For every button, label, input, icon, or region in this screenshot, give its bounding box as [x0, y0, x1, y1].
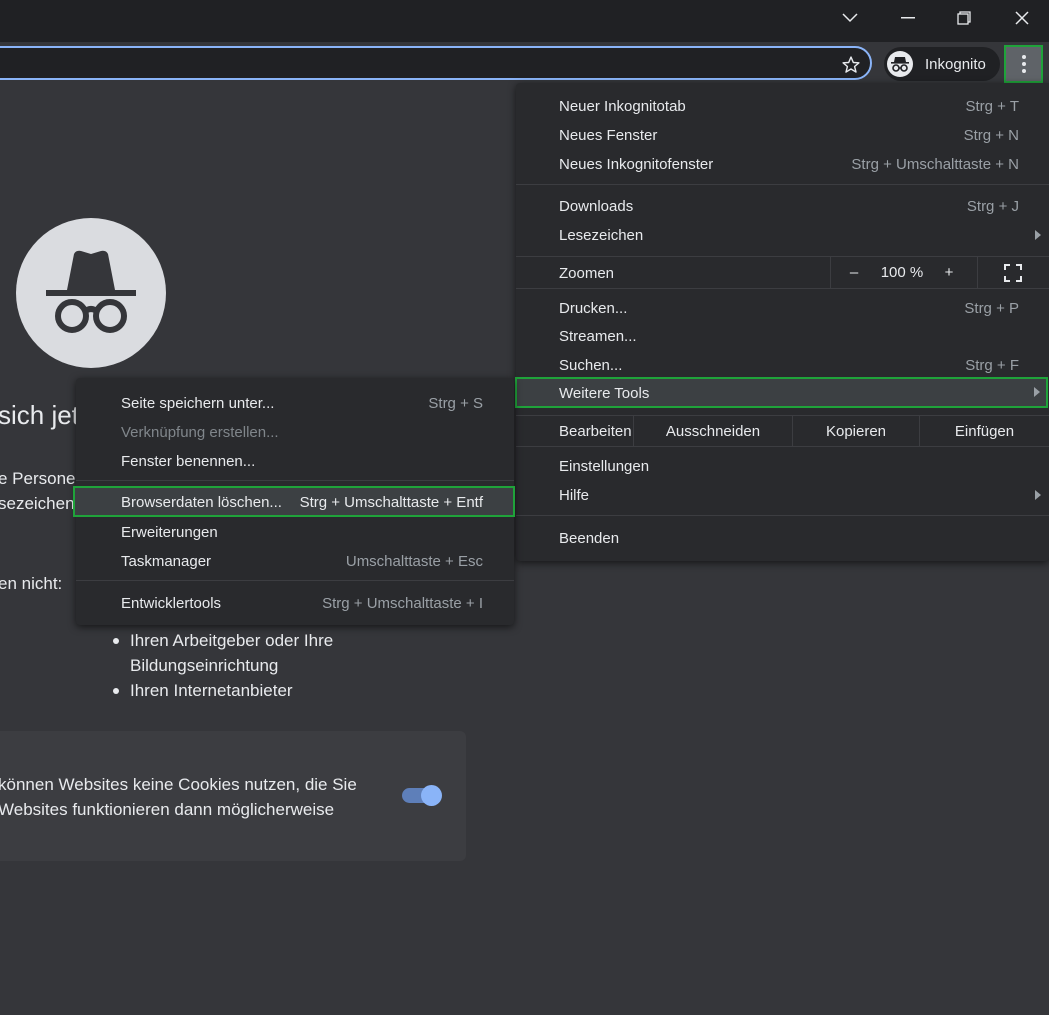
visibility-heading: en nicht:: [0, 574, 63, 593]
bookmark-star-icon[interactable]: [838, 52, 864, 78]
menu-item-label: Beenden: [559, 530, 620, 547]
cookie-text-line1: können Websites keine Cookies nutzen, di…: [0, 775, 357, 794]
visibility-list: Ihren Arbeitgeber oder Ihre Bildungseinr…: [112, 628, 333, 703]
list-item-text: Bildungseinrichtung: [130, 656, 279, 675]
submenu-item-save-page[interactable]: Seite speichern unter... Strg + S: [76, 389, 514, 418]
menu-item-print[interactable]: Drucken... Strg + P: [516, 294, 1049, 323]
kebab-dot: [1021, 69, 1026, 73]
menu-item-shortcut: Strg + T: [965, 98, 1020, 115]
edit-row: Bearbeiten Ausschneiden Kopieren Einfüge…: [516, 416, 1049, 446]
list-item: Ihren Internetanbieter: [112, 678, 333, 703]
menu-divider: [516, 288, 1049, 289]
menu-item-find[interactable]: Suchen... Strg + F: [516, 351, 1049, 380]
menu-item-shortcut: Strg + Umschalttaste + I: [322, 595, 483, 612]
zoom-label: Zoomen: [559, 265, 615, 282]
zoom-level: 100 %: [880, 264, 924, 281]
zoom-in-button[interactable]: +: [935, 257, 963, 288]
zoom-row: Zoomen – 100 % +: [516, 257, 1049, 288]
submenu-arrow-icon: [1034, 387, 1040, 397]
list-item: Ihren Arbeitgeber oder Ihre: [112, 628, 333, 653]
cookie-description: können Websites keine Cookies nutzen, di…: [0, 772, 357, 822]
submenu-item-create-shortcut: Verknüpfung erstellen...: [76, 418, 514, 447]
menu-item-label: Neues Fenster: [559, 127, 658, 144]
menu-item-shortcut: Strg + P: [964, 300, 1019, 317]
menu-item-label: Weitere Tools: [559, 385, 650, 402]
menu-item-bookmarks[interactable]: Lesezeichen: [516, 221, 1049, 250]
menu-item-shortcut: Strg + J: [966, 198, 1019, 215]
zoom-divider: [830, 257, 831, 288]
chrome-main-menu: Neuer Inkognitotab Strg + T Neues Fenster…: [516, 83, 1049, 561]
menu-item-shortcut: Umschalttaste + Esc: [345, 553, 483, 570]
menu-item-downloads[interactable]: Downloads Strg + J: [516, 192, 1049, 221]
menu-item-new-incognito-tab[interactable]: Neuer Inkognitotab Strg + T: [516, 92, 1049, 121]
submenu-item-clear-browsing-data[interactable]: Browserdaten löschen... Strg + Umschaltt…: [73, 486, 515, 517]
menu-divider: [516, 184, 1049, 185]
submenu-arrow-icon: [1035, 230, 1041, 240]
zoom-divider: [977, 257, 978, 288]
menu-item-label: Erweiterungen: [121, 524, 218, 541]
menu-item-cast[interactable]: Streamen...: [516, 322, 1049, 351]
menu-item-help[interactable]: Hilfe: [516, 481, 1049, 510]
menu-item-label: Entwicklertools: [121, 595, 222, 612]
copy-button[interactable]: Kopieren: [793, 416, 919, 446]
title-bar: [0, 0, 1049, 42]
menu-item-more-tools[interactable]: Weitere Tools: [515, 377, 1048, 408]
minimize-button[interactable]: [880, 0, 936, 36]
cut-button[interactable]: Ausschneiden: [634, 416, 792, 446]
submenu-item-extensions[interactable]: Erweiterungen: [76, 518, 514, 547]
zoom-out-button[interactable]: –: [840, 257, 868, 288]
intro-text-line1: e Persone: [0, 469, 76, 488]
menu-item-label: Streamen...: [559, 328, 637, 345]
menu-divider: [516, 446, 1049, 447]
menu-item-label: Einstellungen: [559, 458, 650, 475]
submenu-item-name-window[interactable]: Fenster benennen...: [76, 447, 514, 476]
menu-item-shortcut: Strg + N: [963, 127, 1019, 144]
menu-item-label: Suchen...: [559, 357, 623, 374]
menu-item-exit[interactable]: Beenden: [516, 524, 1049, 553]
menu-item-shortcut: Strg + S: [428, 395, 483, 412]
kebab-dot: [1021, 62, 1026, 66]
incognito-large-icon: [16, 218, 166, 368]
kebab-dot: [1021, 55, 1026, 59]
menu-divider: [76, 480, 514, 481]
menu-item-shortcut: Strg + F: [965, 357, 1019, 374]
incognito-profile-button[interactable]: Inkognito: [884, 47, 1000, 81]
chrome-menu-button[interactable]: [1004, 45, 1043, 83]
intro-text-line2: sezeichen: [0, 494, 75, 513]
submenu-item-developer-tools[interactable]: Entwicklertools Strg + Umschalttaste + I: [76, 589, 514, 618]
restore-button[interactable]: [936, 0, 992, 36]
submenu-arrow-icon: [1035, 490, 1041, 500]
menu-item-label: Neues Inkognitofenster: [559, 156, 714, 173]
menu-item-label: Hilfe: [559, 487, 590, 504]
menu-item-label: Verknüpfung erstellen...: [121, 424, 279, 441]
menu-item-label: Neuer Inkognitotab: [559, 98, 686, 115]
menu-item-label: Seite speichern unter...: [121, 395, 275, 412]
menu-item-label: Browserdaten löschen...: [121, 494, 282, 511]
address-bar[interactable]: [0, 46, 872, 80]
menu-item-label: Downloads: [559, 198, 634, 215]
menu-item-label: Fenster benennen...: [121, 453, 256, 470]
menu-item-settings[interactable]: Einstellungen: [516, 452, 1049, 481]
menu-item-label: Taskmanager: [121, 553, 212, 570]
cookie-toggle-knob[interactable]: [421, 785, 442, 806]
profile-label: Inkognito: [925, 55, 986, 73]
page-heading: sich jet: [0, 400, 79, 430]
menu-item-new-incognito-window[interactable]: Neues Inkognitofenster Strg + Umschalttas…: [516, 150, 1049, 179]
menu-item-label: Lesezeichen: [559, 227, 644, 244]
fullscreen-icon[interactable]: [996, 257, 1030, 288]
close-button[interactable]: [994, 0, 1049, 36]
menu-divider: [516, 515, 1049, 516]
cookie-text-line2: Websites funktionieren dann möglicherwei…: [0, 800, 335, 819]
tab-search-chevron-icon[interactable]: [822, 0, 878, 36]
paste-button[interactable]: Einfügen: [920, 416, 1049, 446]
menu-item-shortcut: Strg + Umschalttaste + N: [851, 156, 1019, 173]
menu-item-label: Drucken...: [559, 300, 628, 317]
list-item-continuation: Bildungseinrichtung: [112, 653, 333, 678]
menu-item-shortcut: Strg + Umschalttaste + Entf: [299, 494, 483, 511]
edit-label: Bearbeiten: [559, 423, 632, 440]
menu-divider: [76, 580, 514, 581]
submenu-item-task-manager[interactable]: Taskmanager Umschalttaste + Esc: [76, 547, 514, 576]
incognito-icon: [887, 51, 913, 77]
menu-item-new-window[interactable]: Neues Fenster Strg + N: [516, 121, 1049, 150]
